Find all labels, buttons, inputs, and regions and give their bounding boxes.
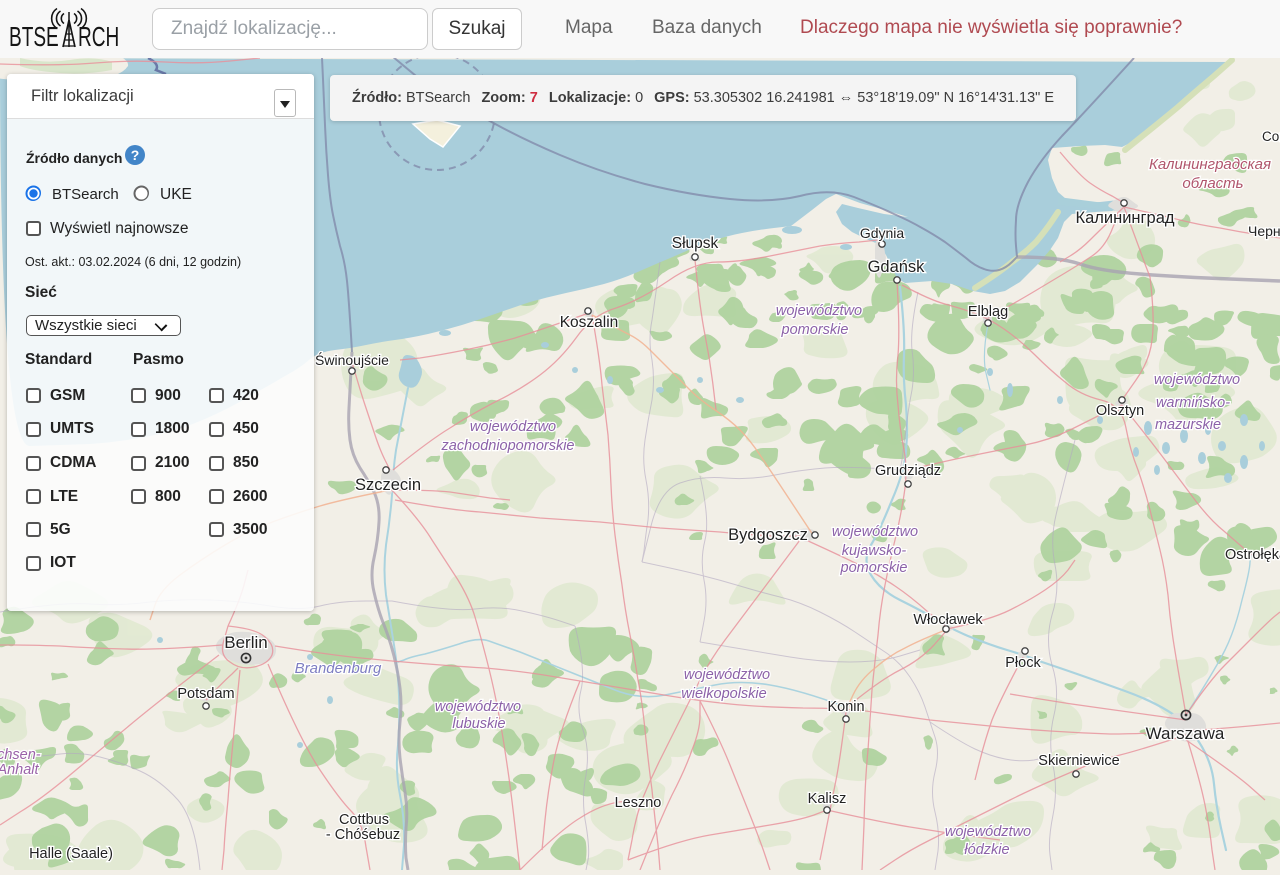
svg-text:- Chóśebuz: - Chóśebuz (326, 827, 400, 843)
svg-text:Konin: Konin (827, 699, 864, 715)
svg-text:warmińsko-: warmińsko- (1156, 395, 1230, 411)
svg-text:Bydgoszcz: Bydgoszcz (728, 526, 808, 544)
svg-text:Сов: Сов (1262, 129, 1280, 144)
svg-text:Świnoujście: Świnoujście (315, 351, 389, 368)
svg-text:Калининградская: Калининградская (1149, 156, 1271, 173)
svg-text:mazurskie: mazurskie (1155, 417, 1221, 433)
svg-text:Potsdam: Potsdam (177, 686, 234, 702)
svg-text:pomorskie: pomorskie (840, 560, 908, 576)
svg-text:województwo: województwo (684, 667, 770, 683)
svg-text:pomorskie: pomorskie (781, 322, 849, 338)
svg-text:Berlin: Berlin (224, 633, 267, 652)
svg-text:Koszalin: Koszalin (560, 314, 619, 331)
svg-text:Słupsk: Słupsk (672, 235, 719, 252)
svg-text:lubuskie: lubuskie (452, 716, 505, 732)
svg-text:Kalisz: Kalisz (808, 791, 847, 807)
svg-text:Черняховск: Черняховск (1248, 223, 1280, 239)
svg-text:Ostrołęka: Ostrołęka (1225, 547, 1280, 563)
svg-text:województwo: województwo (776, 303, 862, 319)
svg-text:Włocławek: Włocławek (913, 612, 983, 628)
svg-text:Leszno: Leszno (615, 795, 662, 811)
svg-text:Halle (Saale): Halle (Saale) (29, 846, 113, 862)
svg-text:Sachsen-: Sachsen- (0, 747, 41, 763)
svg-text:Elbląg: Elbląg (968, 304, 1008, 320)
svg-text:?: ? (131, 147, 140, 163)
svg-text:województwo: województwo (470, 419, 556, 435)
svg-text:Skierniewice: Skierniewice (1038, 753, 1119, 769)
svg-text:Gdańsk: Gdańsk (868, 258, 926, 276)
svg-text:Płock: Płock (1005, 655, 1041, 671)
svg-text:województwo: województwo (435, 699, 521, 715)
svg-text:kujawsko-: kujawsko- (842, 543, 907, 559)
svg-text:łódzkie: łódzkie (964, 842, 1009, 858)
svg-text:Anhalt: Anhalt (0, 762, 40, 778)
svg-text:województwo: województwo (945, 824, 1031, 840)
svg-text:Warszawa: Warszawa (1146, 724, 1225, 743)
svg-text:Cottbus: Cottbus (339, 812, 389, 828)
svg-text:województwo: województwo (832, 524, 918, 540)
svg-text:Olsztyn: Olsztyn (1096, 403, 1144, 419)
svg-text:Szczecin: Szczecin (355, 476, 421, 494)
svg-text:Grudziądz: Grudziądz (875, 463, 941, 479)
svg-text:Калининград: Калининград (1075, 209, 1174, 227)
svg-text:województwo: województwo (1154, 372, 1240, 388)
svg-text:Brandenburg: Brandenburg (295, 660, 382, 677)
svg-text:zachodniopomorskie: zachodniopomorskie (441, 438, 575, 454)
svg-text:wielkopolskie: wielkopolskie (681, 686, 766, 702)
svg-text:область: область (1182, 175, 1243, 192)
svg-text:Gdynia: Gdynia (860, 225, 905, 241)
